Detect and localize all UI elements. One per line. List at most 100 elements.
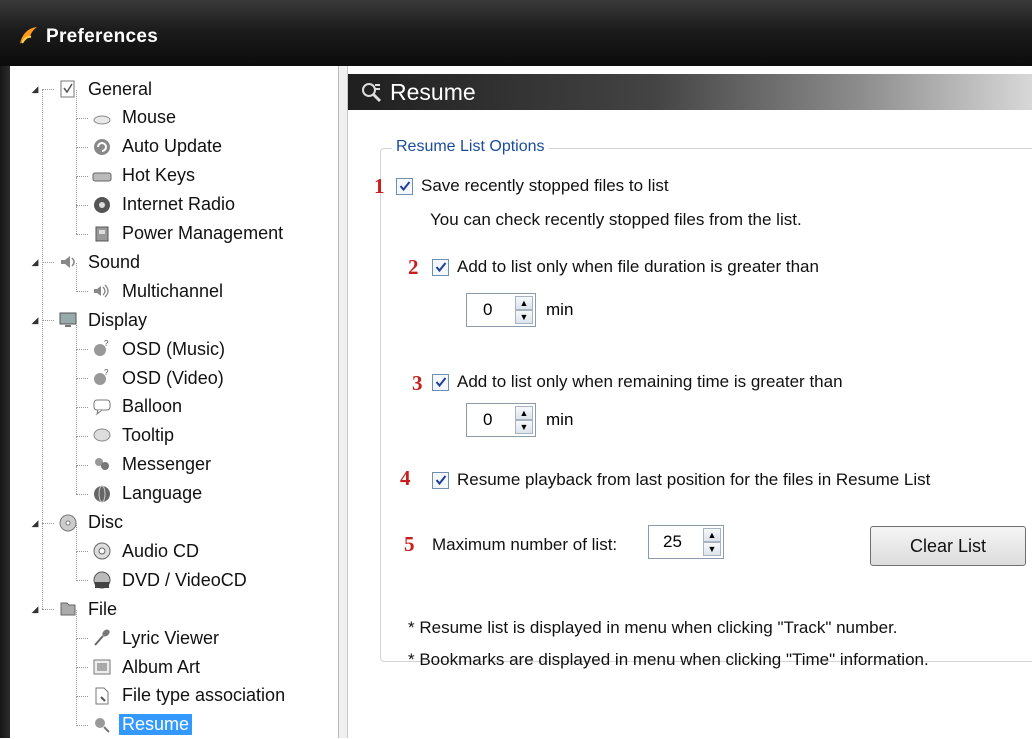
tree-connector — [76, 552, 77, 582]
spin-down-icon[interactable]: ▼ — [515, 420, 533, 434]
tree-item-label: Internet Radio — [122, 194, 236, 215]
keyboard-icon — [90, 164, 114, 188]
check-icon — [435, 262, 446, 273]
tree-item-balloon[interactable]: Balloon — [90, 393, 182, 421]
osd-icon: ? — [90, 337, 114, 361]
tree-connector — [76, 465, 77, 495]
tree-item-label: OSD (Music) — [122, 338, 225, 359]
remaining-spinner[interactable]: 0 ▲ ▼ min — [466, 403, 573, 437]
window-frame — [0, 66, 10, 738]
duration-option[interactable]: Add to list only when file duration is g… — [432, 257, 819, 277]
check-icon — [399, 181, 410, 192]
tree-connector — [76, 118, 77, 148]
clear-list-button[interactable]: Clear List — [870, 526, 1026, 566]
tree-item-label: Resume — [119, 714, 193, 736]
spin-up-icon[interactable]: ▲ — [703, 528, 721, 542]
preferences-tree[interactable]: General ◢ Mouse Auto Update Hot Keys Internet… — [10, 66, 339, 738]
remaining-option[interactable]: Add to list only when remaining time is … — [432, 372, 843, 392]
collapse-arrow-icon[interactable]: ◢ — [30, 518, 40, 528]
tree-item-sound[interactable]: Sound — [56, 248, 140, 276]
marker-5: 5 — [404, 532, 415, 556]
tree-item-osd-video[interactable]: ? OSD (Video) — [90, 364, 224, 392]
save-recent-label: Save recently stopped files to list — [421, 176, 669, 195]
tree-connector — [76, 667, 77, 697]
tree-connector — [76, 523, 77, 553]
collapse-arrow-icon[interactable]: ◢ — [30, 604, 40, 614]
app-logo-icon — [20, 27, 37, 44]
duration-value[interactable]: 0 — [483, 300, 492, 320]
marker-3: 3 — [412, 371, 423, 395]
tree-item-dvd-videocd[interactable]: DVD / VideoCD — [90, 566, 247, 594]
save-recent-option[interactable]: Save recently stopped files to list — [396, 176, 669, 196]
radio-icon — [90, 193, 114, 217]
tree-item-audio-cd[interactable]: Audio CD — [90, 537, 199, 565]
tree-connector — [76, 350, 77, 379]
mouse-icon — [90, 106, 114, 130]
tree-item-general[interactable]: General — [56, 75, 152, 103]
spin-down-icon[interactable]: ▼ — [515, 310, 533, 324]
tree-item-display[interactable]: Display — [56, 306, 147, 334]
dvd-icon — [90, 568, 114, 592]
multichannel-icon — [90, 279, 114, 303]
marker-1: 1 — [374, 174, 385, 198]
collapse-arrow-icon[interactable]: ◢ — [30, 257, 40, 267]
tree-item-label: OSD (Video) — [122, 367, 224, 388]
tree-connector — [42, 320, 54, 322]
spin-down-icon[interactable]: ▼ — [703, 542, 721, 556]
marker-2: 2 — [408, 255, 419, 279]
tree-item-multichannel[interactable]: Multichannel — [90, 277, 223, 305]
duration-spinner[interactable]: 0 ▲ ▼ min — [466, 293, 573, 327]
tree-item-auto-update[interactable]: Auto Update — [90, 133, 222, 161]
file-association-icon — [90, 684, 114, 708]
tree-connector — [76, 233, 88, 235]
tree-item-mouse[interactable]: Mouse — [90, 104, 176, 132]
panel-splitter[interactable] — [339, 66, 348, 738]
collapse-arrow-icon[interactable]: ◢ — [30, 84, 40, 94]
tree-item-label: Power Management — [122, 223, 284, 243]
tree-item-file[interactable]: File — [56, 595, 117, 623]
tree-connector — [76, 610, 77, 639]
tree-item-tooltip[interactable]: Tooltip — [90, 422, 174, 450]
tree-item-label: Messenger — [122, 454, 212, 475]
spin-up-icon[interactable]: ▲ — [515, 296, 533, 310]
tree-item-messenger[interactable]: Messenger — [90, 451, 211, 479]
tree-item-label: General — [88, 78, 153, 99]
tree-connector — [76, 724, 88, 726]
tree-item-osd-music[interactable]: ? OSD (Music) — [90, 335, 225, 363]
tree-item-file-type-association[interactable]: File type association — [90, 682, 285, 710]
save-recent-checkbox[interactable] — [396, 177, 413, 195]
tree-item-album-art[interactable]: Album Art — [90, 653, 200, 681]
tree-connector — [42, 522, 54, 524]
tree-item-label: Balloon — [122, 396, 183, 417]
max-list-value[interactable]: 25 — [663, 532, 682, 552]
group-title: Resume List Options — [392, 138, 549, 156]
tree-item-resume[interactable]: Resume — [90, 711, 193, 739]
tree-connector — [76, 378, 77, 408]
resume-playback-option[interactable]: Resume playback from last position for t… — [432, 470, 930, 490]
tree-item-hot-keys[interactable]: Hot Keys — [90, 162, 195, 190]
resume-icon — [90, 713, 114, 737]
tree-connector — [76, 638, 88, 640]
max-list-spinner[interactable]: 25 ▲ ▼ — [648, 525, 724, 559]
tree-item-internet-radio[interactable]: Internet Radio — [90, 191, 235, 219]
resume-playback-checkbox[interactable] — [432, 471, 449, 489]
spin-up-icon[interactable]: ▲ — [515, 406, 533, 420]
collapse-arrow-icon[interactable]: ◢ — [30, 315, 40, 325]
microphone-icon — [90, 626, 114, 650]
tree-item-disc[interactable]: Disc — [56, 509, 123, 537]
remaining-value[interactable]: 0 — [483, 410, 492, 430]
remaining-checkbox[interactable] — [432, 373, 449, 391]
tree-item-lyric-viewer[interactable]: Lyric Viewer — [90, 624, 219, 652]
note-bookmarks: * Bookmarks are displayed in menu when c… — [408, 650, 929, 669]
tree-connector — [42, 609, 54, 611]
tree-item-power-management[interactable]: Power Management — [90, 220, 283, 248]
tree-connector — [76, 146, 88, 148]
tree-item-language[interactable]: Language — [90, 480, 202, 508]
tree-item-label: Multichannel — [122, 280, 224, 301]
tree-item-label: Auto Update — [122, 136, 223, 157]
tree-connector — [76, 175, 88, 177]
resume-settings-panel: Resume Resume List Options 1 Save recent… — [348, 66, 1032, 738]
tree-connector — [76, 378, 88, 379]
tree-item-label: File — [88, 598, 118, 619]
duration-checkbox[interactable] — [432, 258, 449, 276]
